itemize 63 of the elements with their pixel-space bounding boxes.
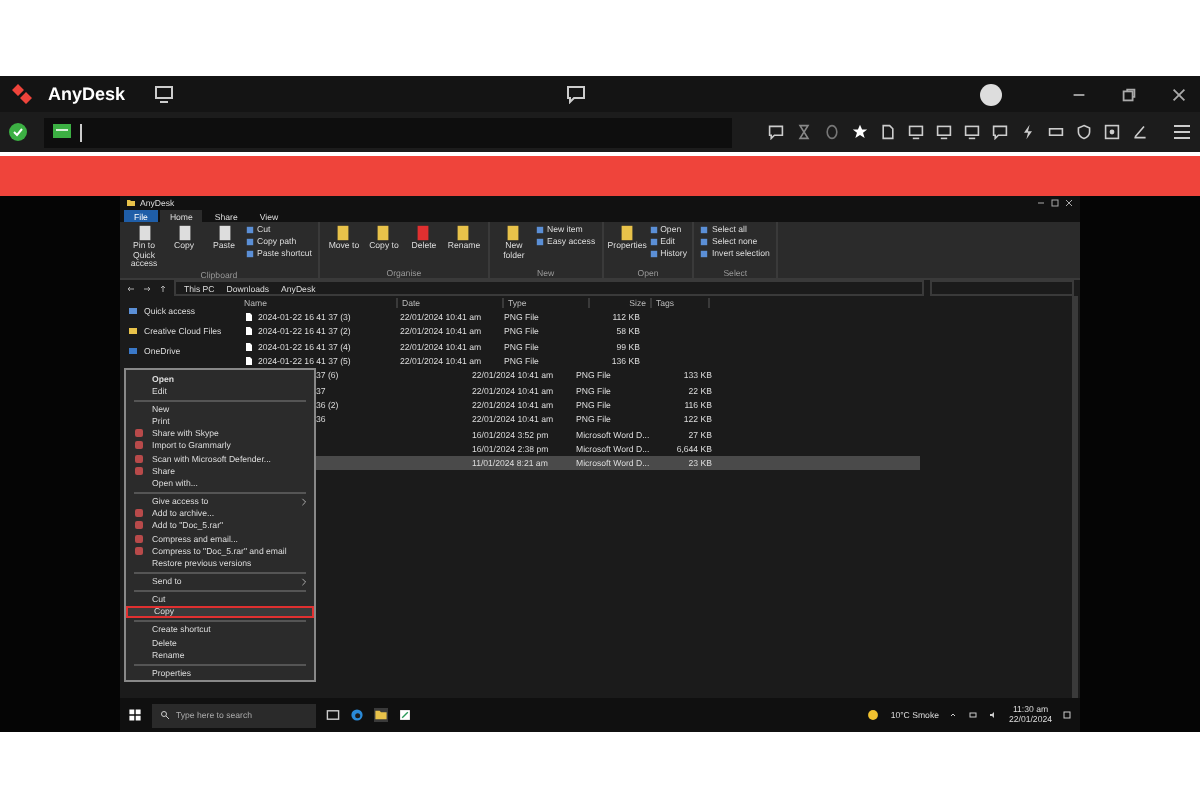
folder-icon[interactable]: [374, 708, 388, 722]
square-icon: [535, 237, 544, 246]
notification-icon[interactable]: [1062, 710, 1072, 720]
app-title: AnyDesk: [48, 84, 126, 104]
shield-icon[interactable]: [1076, 124, 1092, 140]
document-icon: [618, 224, 637, 242]
forward-icon[interactable]: [142, 283, 152, 293]
close-icon[interactable]: [1064, 198, 1074, 208]
app-icon[interactable]: [398, 708, 412, 722]
up-icon[interactable]: [158, 283, 168, 293]
submenu-chevron-icon: [300, 497, 308, 506]
task-view-icon[interactable]: [326, 708, 340, 722]
restore-icon[interactable]: [1120, 85, 1138, 103]
chat-icon[interactable]: [992, 124, 1008, 140]
square-icon: [246, 225, 254, 234]
record-icon[interactable]: [1104, 124, 1120, 140]
keyboard-icon[interactable]: [1048, 124, 1064, 140]
monitor-icon[interactable]: [936, 124, 952, 140]
check-icon: [8, 122, 28, 142]
speaker-icon[interactable]: [988, 710, 999, 720]
star-icon[interactable]: [852, 124, 868, 140]
square-icon: [700, 249, 709, 258]
pen-icon[interactable]: [1132, 124, 1148, 140]
back-icon[interactable]: [126, 283, 136, 293]
submenu-chevron-icon: [300, 577, 308, 586]
document-icon: [135, 224, 153, 242]
menu-icon[interactable]: [1172, 122, 1192, 142]
document-icon: [414, 224, 433, 242]
document-icon: [215, 224, 233, 242]
browser-icon[interactable]: [350, 708, 364, 722]
square-icon: [649, 225, 658, 234]
square-icon: [700, 225, 709, 234]
chat-icon[interactable]: [566, 84, 587, 104]
square-icon: [649, 249, 658, 258]
monitor-icon[interactable]: [153, 84, 174, 104]
square-icon: [246, 249, 254, 258]
file-icon[interactable]: [880, 124, 896, 140]
square-icon: [246, 237, 254, 246]
document-icon: [454, 224, 473, 242]
square-icon: [649, 237, 658, 246]
start-icon[interactable]: [128, 708, 142, 722]
search-field[interactable]: [930, 280, 1074, 296]
lightning-icon[interactable]: [1020, 124, 1036, 140]
minimize-icon[interactable]: [1036, 198, 1046, 208]
document-icon: [374, 224, 393, 242]
search-icon: [160, 710, 170, 720]
avatar-icon[interactable]: [980, 83, 1002, 105]
monitor-icon[interactable]: [908, 124, 924, 140]
monitor-icon[interactable]: [964, 124, 980, 140]
sun-icon: [866, 708, 881, 722]
close-icon[interactable]: [1170, 85, 1188, 103]
square-icon: [535, 225, 544, 234]
hourglass-icon[interactable]: [796, 124, 812, 140]
monitor-icon: [52, 122, 72, 142]
address-field[interactable]: [44, 117, 732, 147]
chat-icon[interactable]: [768, 124, 784, 140]
network-icon[interactable]: [968, 710, 979, 720]
document-icon: [504, 224, 523, 242]
maximize-icon[interactable]: [1050, 198, 1060, 208]
logo-icon: [12, 82, 36, 106]
document-icon: [175, 224, 193, 242]
square-icon: [700, 237, 709, 246]
document-icon: [334, 224, 353, 242]
